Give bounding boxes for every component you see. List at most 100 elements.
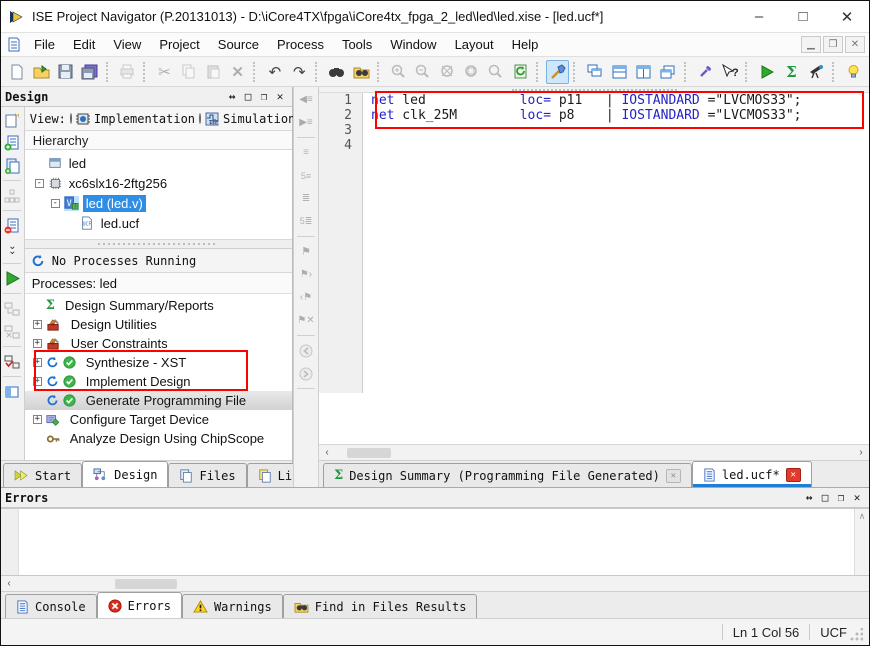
line-numbers-icon[interactable]: ≡ [296,143,316,162]
lightbulb-tips-icon[interactable] [841,60,864,84]
print-icon[interactable] [115,60,138,84]
menu-window[interactable]: Window [381,35,445,54]
expand-toggle-icon[interactable]: + [33,415,42,424]
process-item-label[interactable]: Generate Programming File [86,393,246,408]
bottom-tab-warnings[interactable]: Warnings [182,594,283,618]
bottom-tab-console[interactable]: Console [5,594,97,618]
layer-windows-icon[interactable] [656,60,679,84]
indent-lines-icon[interactable]: ≣ [296,189,316,208]
process-item-label[interactable]: Design Summary/Reports [65,298,214,313]
cut-icon[interactable]: ✂ [153,60,176,84]
scroll-left-icon[interactable]: ‹ [319,446,335,460]
cascade-windows-icon[interactable] [583,60,606,84]
undo-icon[interactable]: ↶ [263,60,286,84]
find-in-files-icon[interactable] [349,60,372,84]
save-icon[interactable] [54,60,77,84]
menu-view[interactable]: View [104,35,150,54]
tab-close-icon[interactable]: ✕ [786,468,801,482]
refresh-icon[interactable] [509,60,532,84]
expand-toggle-icon[interactable]: + [33,358,42,367]
scroll-thumb[interactable] [115,579,177,589]
bottom-tab-errors[interactable]: Errors [97,592,182,618]
close-button[interactable]: ✕ [825,2,869,32]
next-view-icon[interactable]: ▶≡ [296,113,316,132]
new-file-icon[interactable] [5,60,28,84]
find-icon[interactable] [325,60,348,84]
hammer-edit-mode-icon[interactable] [546,60,569,84]
paste-icon[interactable] [202,60,225,84]
expand-toggle-icon[interactable]: - [51,199,60,208]
panel-maximize-icon[interactable]: □ [240,90,256,104]
mdi-minimize-button[interactable]: ▁ [801,36,821,53]
code-line[interactable]: 3 [319,123,869,138]
zoom-box-icon[interactable] [460,60,483,84]
simulation-radio[interactable] [199,113,201,124]
hierarchy-view-icon[interactable] [2,186,22,205]
panel-maximize-icon[interactable]: □ [817,491,833,505]
process-item-implement-design[interactable]: + Implement Design [25,372,292,391]
process-item-design-summary-reports[interactable]: ΣDesign Summary/Reports [25,296,292,315]
menu-project[interactable]: Project [150,35,208,54]
panel-restore-icon[interactable]: ❐ [833,491,849,505]
rerun-all-icon[interactable] [2,352,22,371]
panel-float-icon[interactable]: ↔ [801,491,817,505]
implementation-radio[interactable] [70,113,72,124]
errors-horizontal-scrollbar[interactable]: ‹ [1,576,869,591]
tile-horizontal-icon[interactable] [608,60,631,84]
process-item-analyze-design-using-chipscope[interactable]: Analyze Design Using ChipScope [25,429,292,448]
hierarchy-item-xc6slx16-2ftg256[interactable]: -xc6slx16-2ftg256 [25,173,292,193]
panel-splitter-handle[interactable] [25,240,292,249]
process-item-design-utilities[interactable]: +Design Utilities [25,315,292,334]
hierarchy-item-label[interactable]: led [66,155,89,172]
toggle-bookmark-icon[interactable]: ⚑ [296,242,316,261]
maximize-button[interactable]: □ [781,2,825,32]
process-item-label[interactable]: Implement Design [86,374,191,389]
hierarchy-item-label[interactable]: led (led.v) [83,195,146,212]
next-bookmark-icon[interactable]: ⚑› [296,265,316,284]
process-item-label[interactable]: User Constraints [71,336,168,351]
process-item-label[interactable]: Analyze Design Using ChipScope [70,431,264,446]
settings-wrench-icon[interactable] [694,60,717,84]
stop-process-icon[interactable] [2,322,22,341]
scroll-thumb[interactable] [347,448,391,458]
resize-grip[interactable] [849,628,863,642]
remove-source-icon[interactable] [2,216,22,235]
save-all-icon[interactable] [78,60,101,84]
context-help-icon[interactable]: ? [718,60,741,84]
navigate-back-icon[interactable] [296,341,316,360]
hierarchy-item-led-ucf[interactable]: UCFled.ucf [25,213,292,233]
menu-file[interactable]: File [25,35,64,54]
prev-view-icon[interactable]: ◀≡ [296,90,316,109]
panel-close-icon[interactable]: ✕ [272,90,288,104]
goto-line-icon[interactable]: 5≡ [296,166,316,185]
zoom-out-icon[interactable] [411,60,434,84]
redo-icon[interactable]: ↷ [288,60,311,84]
implementation-label[interactable]: Implementation [94,112,195,126]
menu-help[interactable]: Help [503,35,548,54]
process-item-label[interactable]: Synthesize - XST [86,355,186,370]
menu-tools[interactable]: Tools [333,35,381,54]
code-editor[interactable]: 1net led loc= p11 | IOSTANDARD ="LVCMOS3… [319,93,869,444]
code-line[interactable]: 4 [319,138,869,153]
navigate-forward-icon[interactable] [296,364,316,383]
zoom-in-icon[interactable] [387,60,410,84]
hierarchy-item-led[interactable]: led [25,153,292,173]
tab-close-icon[interactable]: ✕ [666,469,681,483]
new-source-icon[interactable] [2,110,22,129]
rerun-process-icon[interactable] [2,299,22,318]
run-process-icon[interactable] [2,269,22,288]
errors-content[interactable]: ∧ [1,508,869,576]
hierarchy-item-label[interactable]: led.ucf [98,215,142,232]
expand-toggle-icon[interactable]: + [33,339,42,348]
code-line[interactable]: 2net clk_25M loc= p8 | IOSTANDARD ="LVCM… [319,108,869,123]
design-summary-icon[interactable]: Σ [780,60,803,84]
copy-icon[interactable] [177,60,200,84]
zoom-full-view-icon[interactable] [435,60,458,84]
expand-toggle-icon[interactable]: + [33,377,42,386]
mdi-restore-button[interactable]: ❐ [823,36,843,53]
tab-start[interactable]: Start [3,463,82,487]
prev-bookmark-icon[interactable]: ‹⚑ [296,288,316,307]
tile-vertical-icon[interactable] [632,60,655,84]
scroll-right-icon[interactable]: › [853,446,869,460]
process-item-user-constraints[interactable]: + User Constraints [25,334,292,353]
